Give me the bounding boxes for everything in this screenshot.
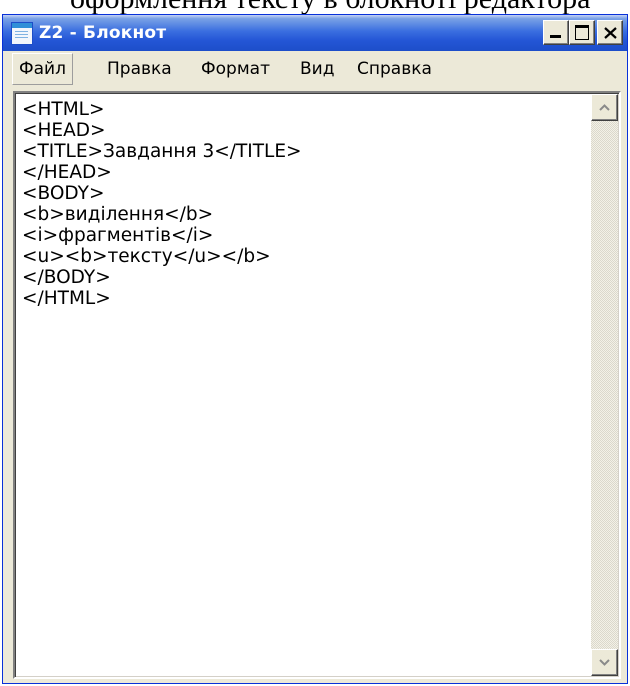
editor-line: <TITLE>Завдання 3</TITLE> <box>22 141 302 162</box>
menu-view[interactable]: Вид <box>300 59 334 79</box>
scroll-down-button[interactable] <box>591 649 618 676</box>
editor-line: </BODY> <box>22 267 111 288</box>
document-text-fragment: оформлення тексту в блокноті редактора <box>0 0 630 14</box>
editor-line: <HEAD> <box>22 120 106 141</box>
window-title: Z2 - Блокнот <box>39 23 167 43</box>
notepad-icon[interactable] <box>11 22 33 45</box>
maximize-button[interactable] <box>569 20 595 45</box>
menu-file[interactable]: Файл <box>12 53 73 85</box>
menu-help[interactable]: Справка <box>357 59 432 79</box>
editor-text-area[interactable]: <HTML> <HEAD> <TITLE>Завдання 3</TITLE> </H… <box>18 96 590 674</box>
vertical-scrollbar[interactable] <box>591 94 618 676</box>
editor-frame: <HTML> <HEAD> <TITLE>Завдання 3</TITLE> </H… <box>13 91 621 679</box>
notepad-window: Z2 - Блокнот Файл Правка Формат Вид Спра… <box>2 14 628 684</box>
editor-line: </HEAD> <box>22 162 112 183</box>
editor-line: <i>фрагментів</i> <box>22 225 214 246</box>
editor-line: <b>виділення</b> <box>22 204 214 225</box>
editor-line: <HTML> <box>22 99 105 120</box>
editor-text[interactable]: <HTML> <HEAD> <TITLE>Завдання 3</TITLE> </H… <box>18 96 590 309</box>
document-fragment-text: оформлення тексту в блокноті редактора <box>70 0 591 14</box>
arrow-up-icon <box>599 104 610 111</box>
menu-format[interactable]: Формат <box>201 59 270 79</box>
editor-line: <BODY> <box>22 183 105 204</box>
arrow-down-icon <box>599 659 610 666</box>
close-icon <box>604 27 617 39</box>
title-bar[interactable]: Z2 - Блокнот <box>3 15 627 51</box>
menu-bar: Файл Правка Формат Вид Справка <box>3 51 627 85</box>
scroll-up-button[interactable] <box>591 94 618 121</box>
menu-edit[interactable]: Правка <box>107 59 172 79</box>
close-button[interactable] <box>597 20 623 45</box>
editor-line: </HTML> <box>22 288 111 309</box>
minimize-button[interactable] <box>543 20 569 45</box>
editor-line: <u><b>тексту</u></b> <box>22 246 271 267</box>
